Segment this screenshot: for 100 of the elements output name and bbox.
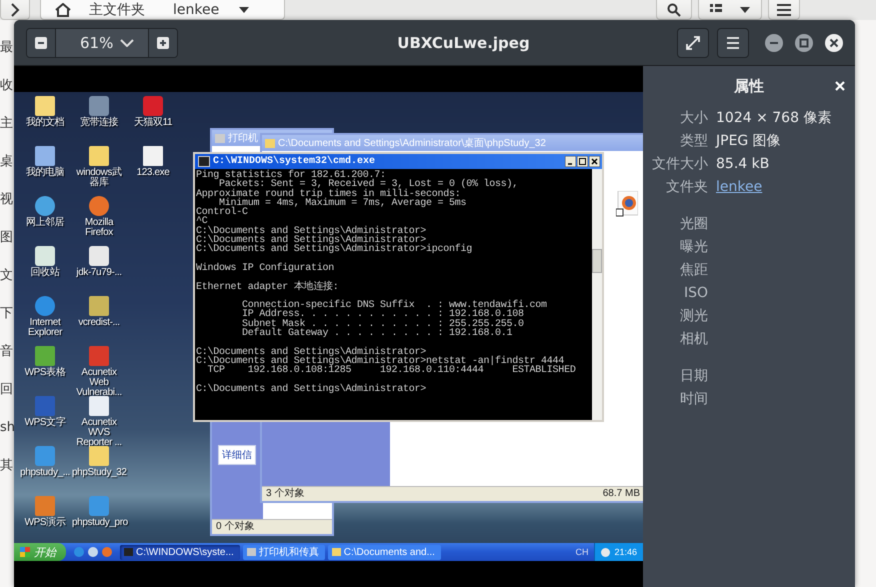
property-value: 85.4 kB [716,156,770,172]
desktop-icon-label[interactable]: 123.exe [126,168,180,178]
view-options-button[interactable] [698,0,762,20]
chevron-right-icon [10,2,20,16]
console-line: C:\Documents and Settings\Administrator>ipconfig [196,245,474,255]
console-line: Windows IP Configuration [196,264,336,274]
status-text: 3 个对象 [266,487,304,501]
language-indicator[interactable]: CH [575,547,588,557]
folder-link[interactable]: lenkee [716,178,762,194]
desktop-icon-label[interactable]: 宽带连接 [72,118,126,128]
console-line: C:\Documents and Settings\Administrator>netstat -an|findstr 4444 [196,356,564,366]
caret-icon[interactable] [239,6,250,12]
sidebar-item[interactable]: 图 [0,230,14,245]
sidebar-item[interactable]: 视 [0,192,14,207]
property-label: 时间 [679,390,708,408]
desktop-icon-label[interactable]: WPS表格 [18,368,72,378]
close-icon[interactable] [825,34,843,52]
minus-icon [35,36,47,48]
zoom-level-dropdown[interactable]: 61% [55,28,149,56]
firefox-shortcut-icon[interactable] [616,191,638,217]
status-size: 68.7 MB [602,487,640,501]
property-value: JPEG 图像 [716,132,781,150]
property-label: 日期 [679,366,708,384]
desktop-icon-label[interactable]: jdk-7u79-... [72,268,126,278]
windows-flag-icon [20,547,30,557]
console-line: C:\Documents and Settings\Administrator> [196,348,426,357]
desktop-icon-label[interactable]: phpStudy_32 [72,468,126,478]
desktop-icon-label[interactable]: 回收站 [18,268,72,278]
property-label: 测光 [679,306,708,324]
property-label: 相机 [679,330,708,348]
panel-title: 属性 [734,76,764,96]
console-line: IP Address. . . . . . . . . . . . : 192.168.0.108 [241,310,525,320]
sidebar-item[interactable]: 音 [0,344,14,359]
expand-icon [686,36,700,50]
desktop-icon-label[interactable]: Acunetix WVS Reporter ... [72,418,126,448]
sidebar-item[interactable]: 其 [0,458,14,473]
property-label: 光圈 [679,214,708,232]
console-line: C:\Documents and Settings\Administrator> [196,384,428,394]
taskbar-task[interactable]: C:\Documents and... [328,544,441,560]
clock: 21:46 [614,547,637,557]
console-line: Control-C [196,208,249,218]
plus-icon [157,36,169,48]
menu-icon [726,36,740,48]
sidebar-item[interactable]: sh [0,420,14,435]
fullscreen-button[interactable] [677,28,709,58]
desktop-icon-label[interactable]: 我的文档 [18,118,72,128]
property-label: 文件大小 [651,154,708,172]
menu-button[interactable] [717,28,749,58]
details-button[interactable]: 详细信 [218,445,256,465]
desktop-icon-label[interactable]: Internet Explorer [18,318,72,338]
minimize-icon[interactable] [565,156,576,167]
property-label: 类型 [679,132,708,150]
property-label: 焦距 [679,260,708,278]
desktop-icon-label[interactable]: vcredist-... [72,318,126,328]
property-value: 1024 × 768 像素 [716,108,832,126]
sidebar-item[interactable]: 最 [0,40,14,55]
property-label: ISO [682,284,708,300]
path-item[interactable]: lenkee [173,2,220,18]
window-title: C:\Documents and Settings\Administrator\桌面\phpStudy_32 [278,136,546,150]
chevron-down-icon [120,38,134,46]
path-item[interactable]: 主文件夹 [89,0,145,18]
sidebar-item[interactable]: 文 [0,268,14,283]
desktop-icon-label[interactable]: windows武器库 [72,168,126,188]
window-title: C:\WINDOWS\system32\cmd.exe [213,156,376,167]
desktop-icon-label[interactable]: WPS文字 [18,418,72,428]
menu-icon [777,4,791,16]
sidebar-item[interactable]: 回 [0,382,14,397]
console-line: Default Gateway . . . . . . . . . : 192.168.0.1 [241,329,514,338]
desktop-icon-label[interactable]: Mozilla Firefox [72,218,126,238]
sidebar-item[interactable]: 桌 [0,154,14,169]
console-line: ^C [196,217,208,227]
sidebar-item[interactable]: 收 [0,78,14,93]
console-line: TCP 192.168.0.108:1285 192.168.0.110:4444 ESTABLISHED [206,366,577,376]
sidebar-item[interactable]: 主 [0,116,14,131]
list-view-icon [710,4,750,16]
console-line: Connection-specific DNS Suffix . : www.tendawifi.com [241,301,548,310]
desktop-icon-label[interactable]: 我的电脑 [18,168,72,178]
property-label: 文件夹 [665,178,708,196]
window-title: 打印机 [228,132,258,145]
desktop-icon-label[interactable]: Acunetix Web Vulnerabi... [72,368,126,398]
home-icon[interactable] [55,2,71,16]
property-label: 曝光 [679,238,708,256]
console-line: Ethernet adapter 本地连接: [196,282,340,292]
desktop-icon-label[interactable]: phpstudy_pro [72,518,126,528]
close-icon[interactable] [589,156,600,167]
desktop-icon-label[interactable]: 网上邻居 [18,218,72,228]
forward-button[interactable] [0,0,30,20]
sidebar-item[interactable]: 下 [0,306,14,321]
property-label: 大小 [679,108,708,126]
desktop-icon-label[interactable]: 天猫双11 [126,118,180,128]
taskbar-task[interactable]: 打印机和传真 [242,544,325,560]
window-title: UBXCuLwe.jpeg [396,34,531,52]
console-line: Approximate round trip times in milli-seconds: [196,190,461,199]
console-line: Packets: Sent = 3, Received = 3, Lost = 0 (0% loss), [219,180,520,190]
search-button[interactable] [656,0,692,20]
maximize-icon[interactable] [577,156,588,167]
taskbar-task[interactable]: C:\WINDOWS\syste... [120,544,240,560]
desktop-icon-label[interactable]: phpstudy_... [18,468,72,478]
desktop-icon-label[interactable]: WPS演示 [18,518,72,528]
scrollbar[interactable] [592,169,602,420]
